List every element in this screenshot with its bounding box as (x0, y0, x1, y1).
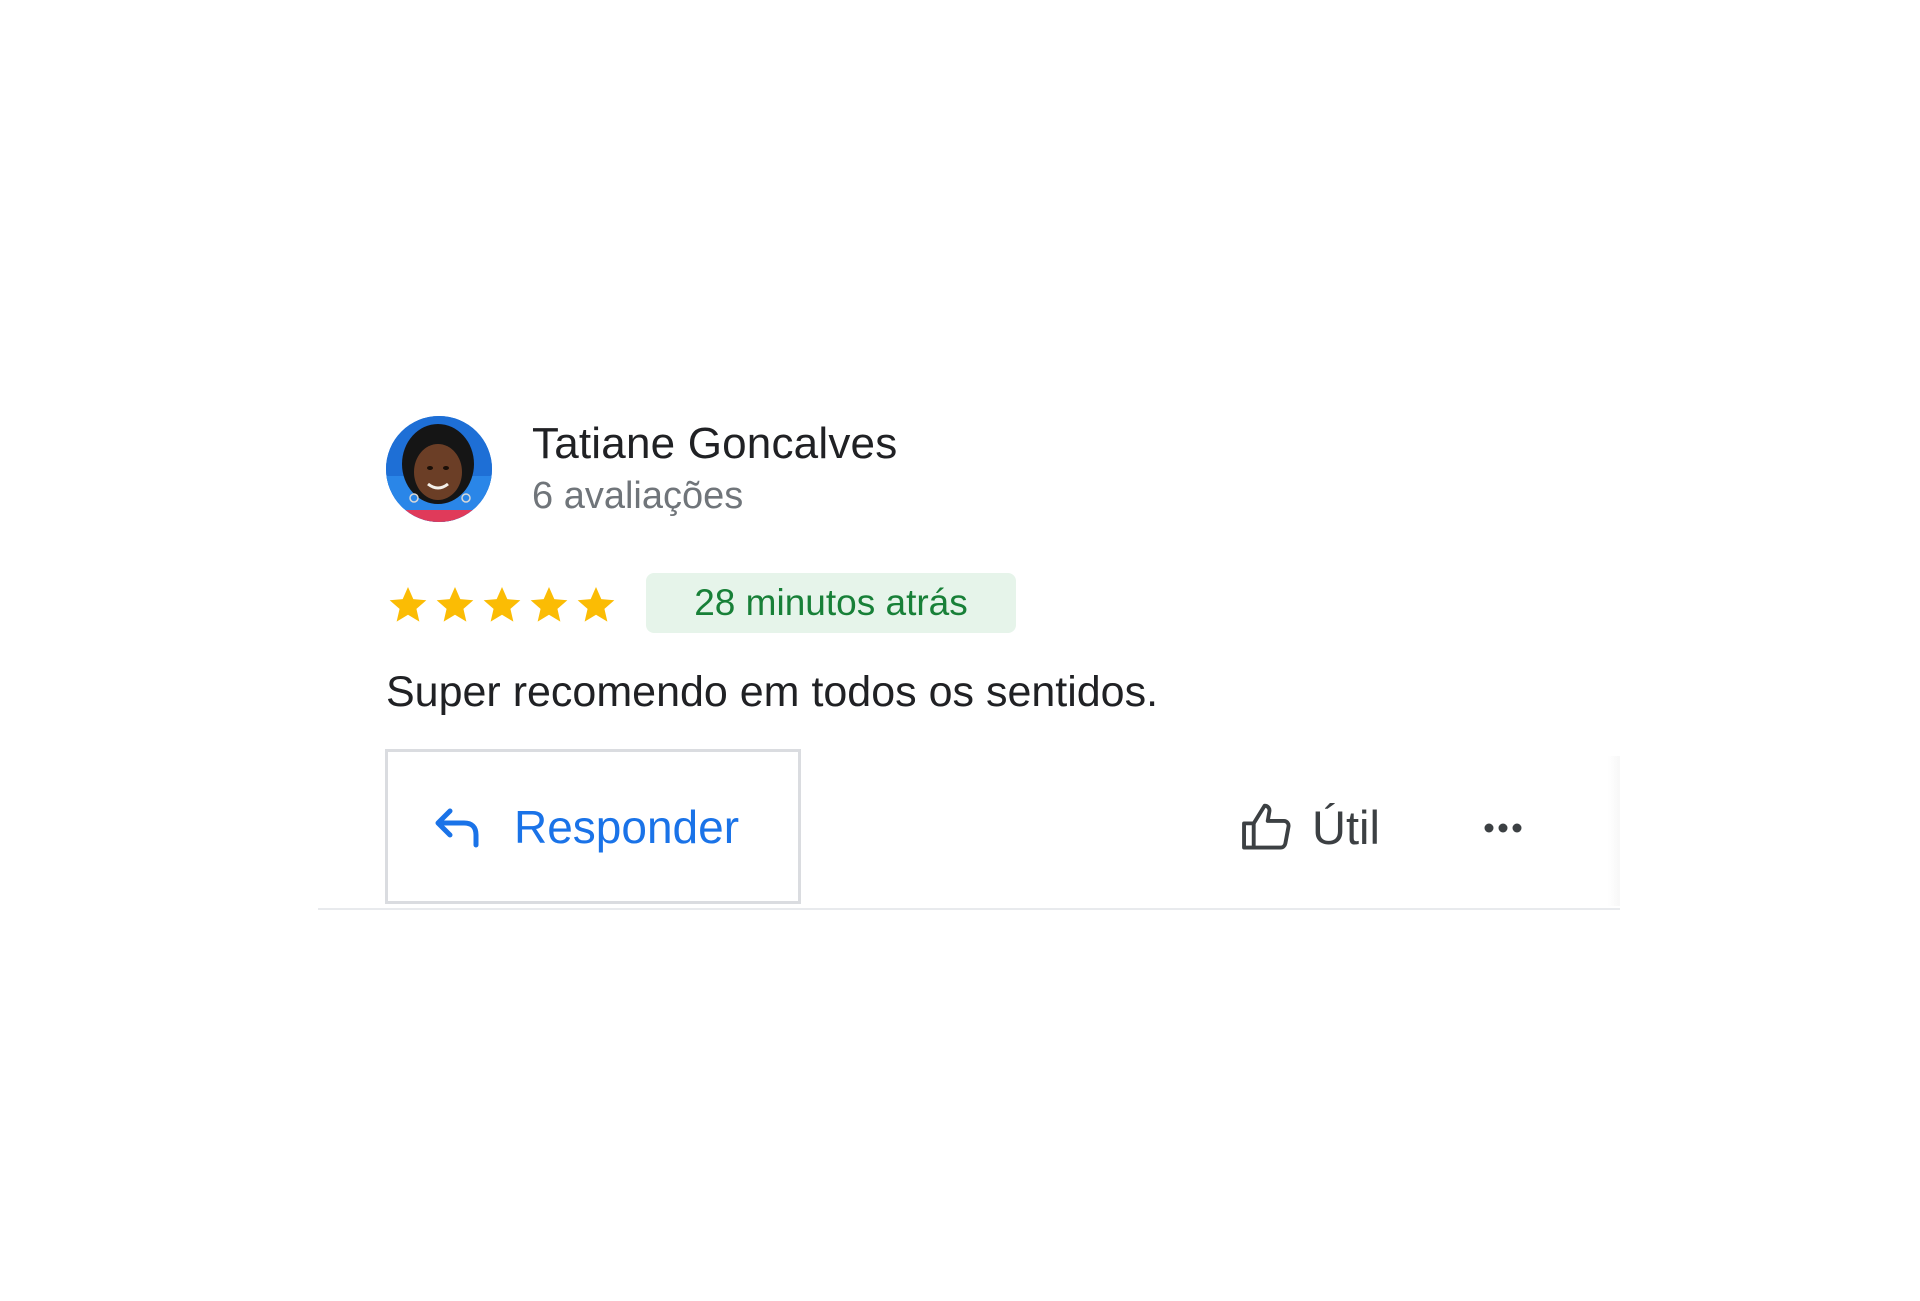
more-horizontal-icon (1484, 823, 1522, 833)
star-icon (384, 578, 431, 632)
time-ago-badge: 28 minutos atrás (646, 573, 1016, 633)
reply-label: Responder (514, 800, 740, 853)
helpful-button[interactable]: Útil (1238, 786, 1380, 868)
star-icon (431, 578, 478, 632)
avatar-photo-icon (386, 416, 492, 522)
reviewer-review-count: 6 avaliações (532, 475, 744, 517)
helpful-label: Útil (1312, 800, 1380, 854)
review-card: Tatiane Goncalves 6 avaliações 28 minuto… (318, 416, 1620, 912)
review-text: Super recomendo em todos os sentidos. (386, 668, 1159, 716)
more-options-button[interactable] (1478, 808, 1528, 848)
thumbs-up-icon (1238, 797, 1298, 857)
reply-button[interactable]: Responder (385, 749, 801, 904)
divider (318, 908, 1620, 910)
star-rating (384, 578, 619, 632)
star-icon (525, 578, 572, 632)
reviewer-name[interactable]: Tatiane Goncalves (532, 416, 897, 472)
star-icon (572, 578, 619, 632)
action-area-edge (1608, 756, 1620, 906)
reply-arrow-icon (432, 805, 482, 849)
star-icon (478, 578, 525, 632)
avatar[interactable] (386, 416, 492, 522)
